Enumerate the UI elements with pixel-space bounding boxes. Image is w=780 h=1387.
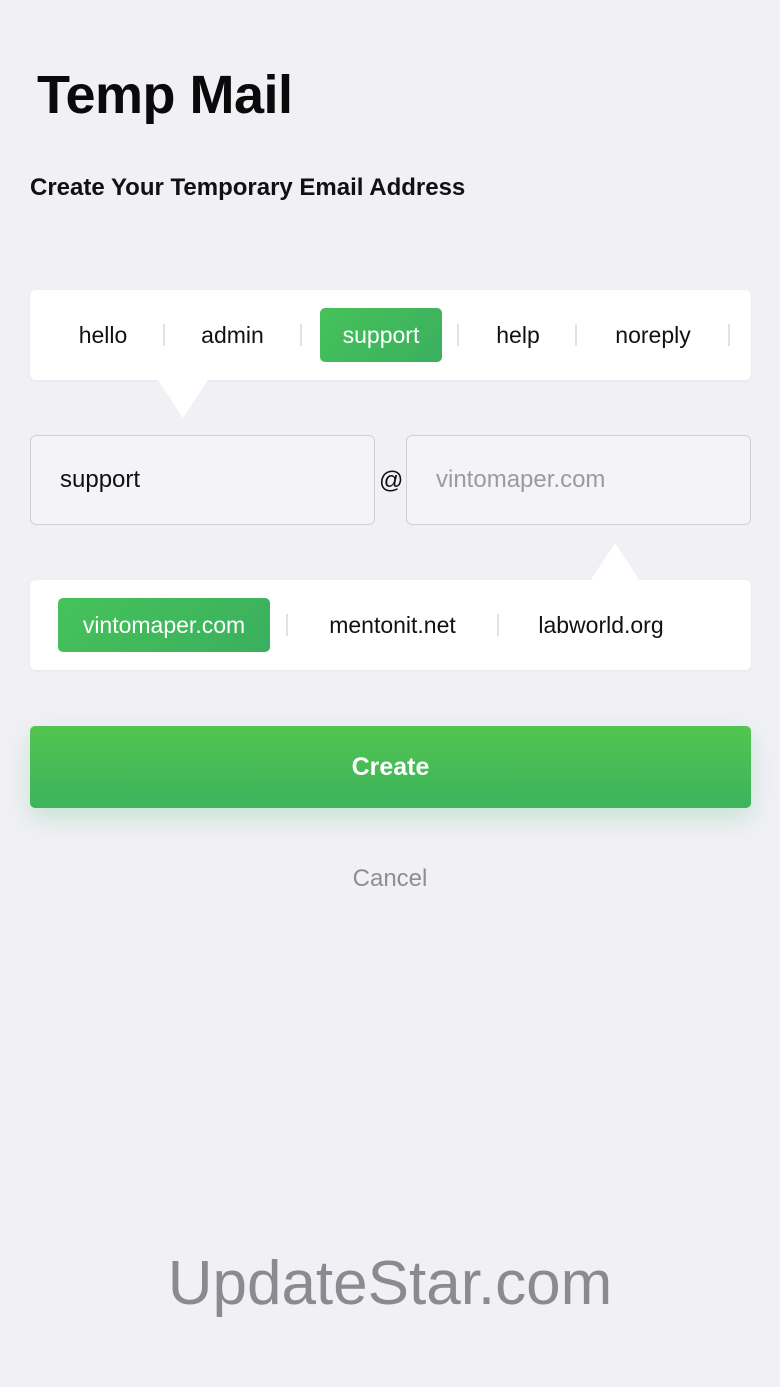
prefix-pointer-arrow [158, 380, 208, 418]
page-subtitle: Create Your Temporary Email Address [30, 174, 466, 201]
domain-option-vintomaper[interactable]: vintomaper.com [58, 598, 270, 652]
prefix-separator [728, 324, 730, 346]
domain-option-mentonit[interactable]: mentonit.net [315, 598, 470, 652]
domain-picker: vintomaper.com mentonit.net labworld.org [30, 580, 751, 670]
prefix-option-noreply[interactable]: noreply [605, 308, 701, 362]
domain-pointer-arrow [590, 543, 640, 581]
domain-option-labworld[interactable]: labworld.org [525, 598, 677, 652]
prefix-option-hello[interactable]: hello [70, 308, 136, 362]
at-symbol: @ [379, 467, 404, 494]
prefix-separator [575, 324, 577, 346]
domain-separator [497, 614, 499, 636]
domain-input[interactable] [406, 435, 751, 525]
prefix-picker: hello admin support help noreply [30, 290, 751, 380]
create-button[interactable]: Create [30, 726, 751, 808]
prefix-option-help[interactable]: help [485, 308, 551, 362]
page-title: Temp Mail [37, 65, 293, 125]
prefix-separator [163, 324, 165, 346]
local-part-input[interactable] [30, 435, 375, 525]
domain-separator [286, 614, 288, 636]
watermark-text: UpdateStar.com [167, 1249, 613, 1318]
prefix-separator [457, 324, 459, 346]
prefix-separator [300, 324, 302, 346]
prefix-option-support[interactable]: support [320, 308, 442, 362]
temp-mail-screen: Temp Mail Create Your Temporary Email Ad… [0, 0, 780, 1387]
cancel-button[interactable]: Cancel [0, 865, 780, 893]
prefix-option-admin[interactable]: admin [190, 308, 275, 362]
